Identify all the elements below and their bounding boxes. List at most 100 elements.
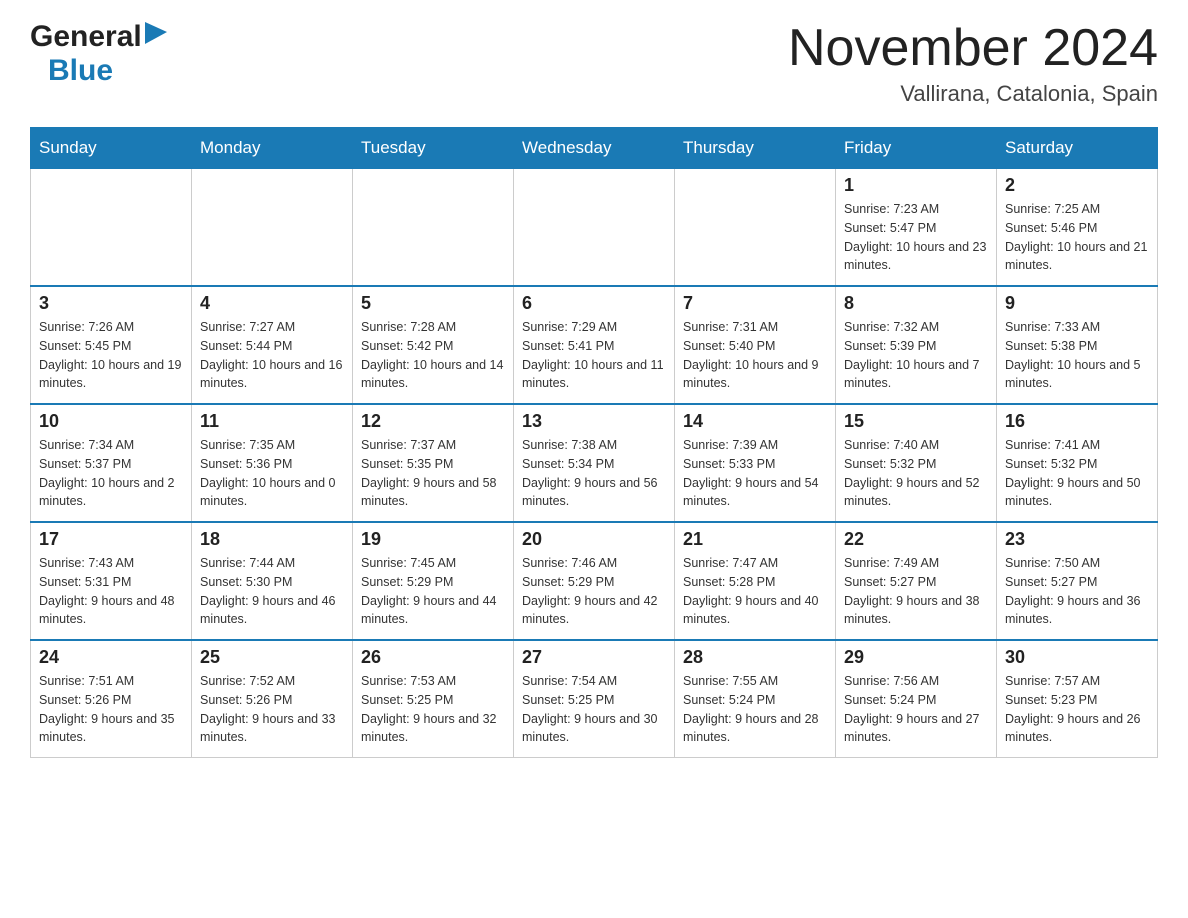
calendar-cell: 10Sunrise: 7:34 AMSunset: 5:37 PMDayligh… (31, 404, 192, 522)
day-info: Sunrise: 7:33 AMSunset: 5:38 PMDaylight:… (1005, 318, 1149, 393)
calendar-cell: 5Sunrise: 7:28 AMSunset: 5:42 PMDaylight… (353, 286, 514, 404)
day-info: Sunrise: 7:56 AMSunset: 5:24 PMDaylight:… (844, 672, 988, 747)
day-info: Sunrise: 7:52 AMSunset: 5:26 PMDaylight:… (200, 672, 344, 747)
day-number: 22 (844, 529, 988, 550)
calendar-week-1: 3 Sunrise: 7:26 AMSunset: 5:45 PMDaylight… (31, 286, 1158, 404)
calendar-cell: 1 Sunrise: 7:23 AMSunset: 5:47 PMDaylight… (836, 169, 997, 287)
calendar-cell: 9 Sunrise: 7:33 AMSunset: 5:38 PMDaylight… (997, 286, 1158, 404)
col-friday: Friday (836, 128, 997, 169)
calendar-cell (192, 169, 353, 287)
calendar-cell: 26 Sunrise: 7:53 AMSunset: 5:25 PMDayligh… (353, 640, 514, 758)
calendar-cell: 11 Sunrise: 7:35 AMSunset: 5:36 PMDayligh… (192, 404, 353, 522)
day-number: 30 (1005, 647, 1149, 668)
calendar-week-0: 1 Sunrise: 7:23 AMSunset: 5:47 PMDaylight… (31, 169, 1158, 287)
calendar-cell (514, 169, 675, 287)
calendar-cell: 25 Sunrise: 7:52 AMSunset: 5:26 PMDayligh… (192, 640, 353, 758)
day-number: 26 (361, 647, 505, 668)
calendar-cell: 28Sunrise: 7:55 AMSunset: 5:24 PMDayligh… (675, 640, 836, 758)
day-info: Sunrise: 7:51 AMSunset: 5:26 PMDaylight:… (39, 672, 183, 747)
calendar-cell: 22 Sunrise: 7:49 AMSunset: 5:27 PMDayligh… (836, 522, 997, 640)
calendar-cell (31, 169, 192, 287)
day-info: Sunrise: 7:43 AMSunset: 5:31 PMDaylight:… (39, 554, 183, 629)
col-saturday: Saturday (997, 128, 1158, 169)
day-number: 25 (200, 647, 344, 668)
calendar-cell (353, 169, 514, 287)
calendar-week-3: 17 Sunrise: 7:43 AMSunset: 5:31 PMDayligh… (31, 522, 1158, 640)
day-info: Sunrise: 7:31 AMSunset: 5:40 PMDaylight:… (683, 318, 827, 393)
calendar-cell (675, 169, 836, 287)
day-info: Sunrise: 7:38 AMSunset: 5:34 PMDaylight:… (522, 436, 666, 511)
day-number: 18 (200, 529, 344, 550)
day-info: Sunrise: 7:39 AMSunset: 5:33 PMDaylight:… (683, 436, 827, 511)
calendar-cell: 3 Sunrise: 7:26 AMSunset: 5:45 PMDaylight… (31, 286, 192, 404)
day-number: 11 (200, 411, 344, 432)
calendar-cell: 23 Sunrise: 7:50 AMSunset: 5:27 PMDayligh… (997, 522, 1158, 640)
day-number: 6 (522, 293, 666, 314)
day-number: 14 (683, 411, 827, 432)
logo-blue-text: Blue (48, 54, 113, 87)
day-info: Sunrise: 7:53 AMSunset: 5:25 PMDaylight:… (361, 672, 505, 747)
month-title: November 2024 (788, 20, 1158, 77)
day-number: 17 (39, 529, 183, 550)
day-info: Sunrise: 7:49 AMSunset: 5:27 PMDaylight:… (844, 554, 988, 629)
day-info: Sunrise: 7:41 AMSunset: 5:32 PMDaylight:… (1005, 436, 1149, 511)
day-number: 15 (844, 411, 988, 432)
calendar-cell: 20Sunrise: 7:46 AMSunset: 5:29 PMDayligh… (514, 522, 675, 640)
day-info: Sunrise: 7:32 AMSunset: 5:39 PMDaylight:… (844, 318, 988, 393)
day-info: Sunrise: 7:47 AMSunset: 5:28 PMDaylight:… (683, 554, 827, 629)
calendar-week-2: 10Sunrise: 7:34 AMSunset: 5:37 PMDayligh… (31, 404, 1158, 522)
calendar-cell: 4 Sunrise: 7:27 AMSunset: 5:44 PMDaylight… (192, 286, 353, 404)
day-info: Sunrise: 7:46 AMSunset: 5:29 PMDaylight:… (522, 554, 666, 629)
day-info: Sunrise: 7:40 AMSunset: 5:32 PMDaylight:… (844, 436, 988, 511)
calendar-week-4: 24 Sunrise: 7:51 AMSunset: 5:26 PMDayligh… (31, 640, 1158, 758)
calendar-cell: 16 Sunrise: 7:41 AMSunset: 5:32 PMDayligh… (997, 404, 1158, 522)
calendar-cell: 17 Sunrise: 7:43 AMSunset: 5:31 PMDayligh… (31, 522, 192, 640)
day-info: Sunrise: 7:29 AMSunset: 5:41 PMDaylight:… (522, 318, 666, 393)
day-info: Sunrise: 7:26 AMSunset: 5:45 PMDaylight:… (39, 318, 183, 393)
day-info: Sunrise: 7:28 AMSunset: 5:42 PMDaylight:… (361, 318, 505, 393)
calendar-cell: 7Sunrise: 7:31 AMSunset: 5:40 PMDaylight… (675, 286, 836, 404)
day-number: 23 (1005, 529, 1149, 550)
calendar-header-row: Sunday Monday Tuesday Wednesday Thursday… (31, 128, 1158, 169)
day-info: Sunrise: 7:54 AMSunset: 5:25 PMDaylight:… (522, 672, 666, 747)
col-monday: Monday (192, 128, 353, 169)
calendar-cell: 15 Sunrise: 7:40 AMSunset: 5:32 PMDayligh… (836, 404, 997, 522)
day-number: 8 (844, 293, 988, 314)
day-number: 9 (1005, 293, 1149, 314)
day-info: Sunrise: 7:50 AMSunset: 5:27 PMDaylight:… (1005, 554, 1149, 629)
day-number: 16 (1005, 411, 1149, 432)
day-info: Sunrise: 7:35 AMSunset: 5:36 PMDaylight:… (200, 436, 344, 511)
day-info: Sunrise: 7:27 AMSunset: 5:44 PMDaylight:… (200, 318, 344, 393)
day-number: 3 (39, 293, 183, 314)
day-info: Sunrise: 7:57 AMSunset: 5:23 PMDaylight:… (1005, 672, 1149, 747)
day-info: Sunrise: 7:45 AMSunset: 5:29 PMDaylight:… (361, 554, 505, 629)
calendar-cell: 8 Sunrise: 7:32 AMSunset: 5:39 PMDaylight… (836, 286, 997, 404)
day-number: 1 (844, 175, 988, 196)
col-thursday: Thursday (675, 128, 836, 169)
day-info: Sunrise: 7:23 AMSunset: 5:47 PMDaylight:… (844, 200, 988, 275)
day-number: 21 (683, 529, 827, 550)
logo-general-text: General (30, 20, 167, 54)
calendar-cell: 13 Sunrise: 7:38 AMSunset: 5:34 PMDayligh… (514, 404, 675, 522)
day-number: 24 (39, 647, 183, 668)
calendar-cell: 21 Sunrise: 7:47 AMSunset: 5:28 PMDayligh… (675, 522, 836, 640)
day-number: 27 (522, 647, 666, 668)
day-number: 2 (1005, 175, 1149, 196)
day-info: Sunrise: 7:44 AMSunset: 5:30 PMDaylight:… (200, 554, 344, 629)
day-number: 4 (200, 293, 344, 314)
day-number: 10 (39, 411, 183, 432)
calendar-cell: 24 Sunrise: 7:51 AMSunset: 5:26 PMDayligh… (31, 640, 192, 758)
col-sunday: Sunday (31, 128, 192, 169)
calendar-cell: 30 Sunrise: 7:57 AMSunset: 5:23 PMDayligh… (997, 640, 1158, 758)
day-number: 13 (522, 411, 666, 432)
location-text: Vallirana, Catalonia, Spain (788, 81, 1158, 107)
calendar-cell: 19Sunrise: 7:45 AMSunset: 5:29 PMDayligh… (353, 522, 514, 640)
calendar-cell: 14 Sunrise: 7:39 AMSunset: 5:33 PMDayligh… (675, 404, 836, 522)
day-info: Sunrise: 7:55 AMSunset: 5:24 PMDaylight:… (683, 672, 827, 747)
day-number: 29 (844, 647, 988, 668)
calendar-cell: 6 Sunrise: 7:29 AMSunset: 5:41 PMDaylight… (514, 286, 675, 404)
calendar-cell: 29 Sunrise: 7:56 AMSunset: 5:24 PMDayligh… (836, 640, 997, 758)
day-number: 12 (361, 411, 505, 432)
calendar-cell: 12Sunrise: 7:37 AMSunset: 5:35 PMDayligh… (353, 404, 514, 522)
col-tuesday: Tuesday (353, 128, 514, 169)
